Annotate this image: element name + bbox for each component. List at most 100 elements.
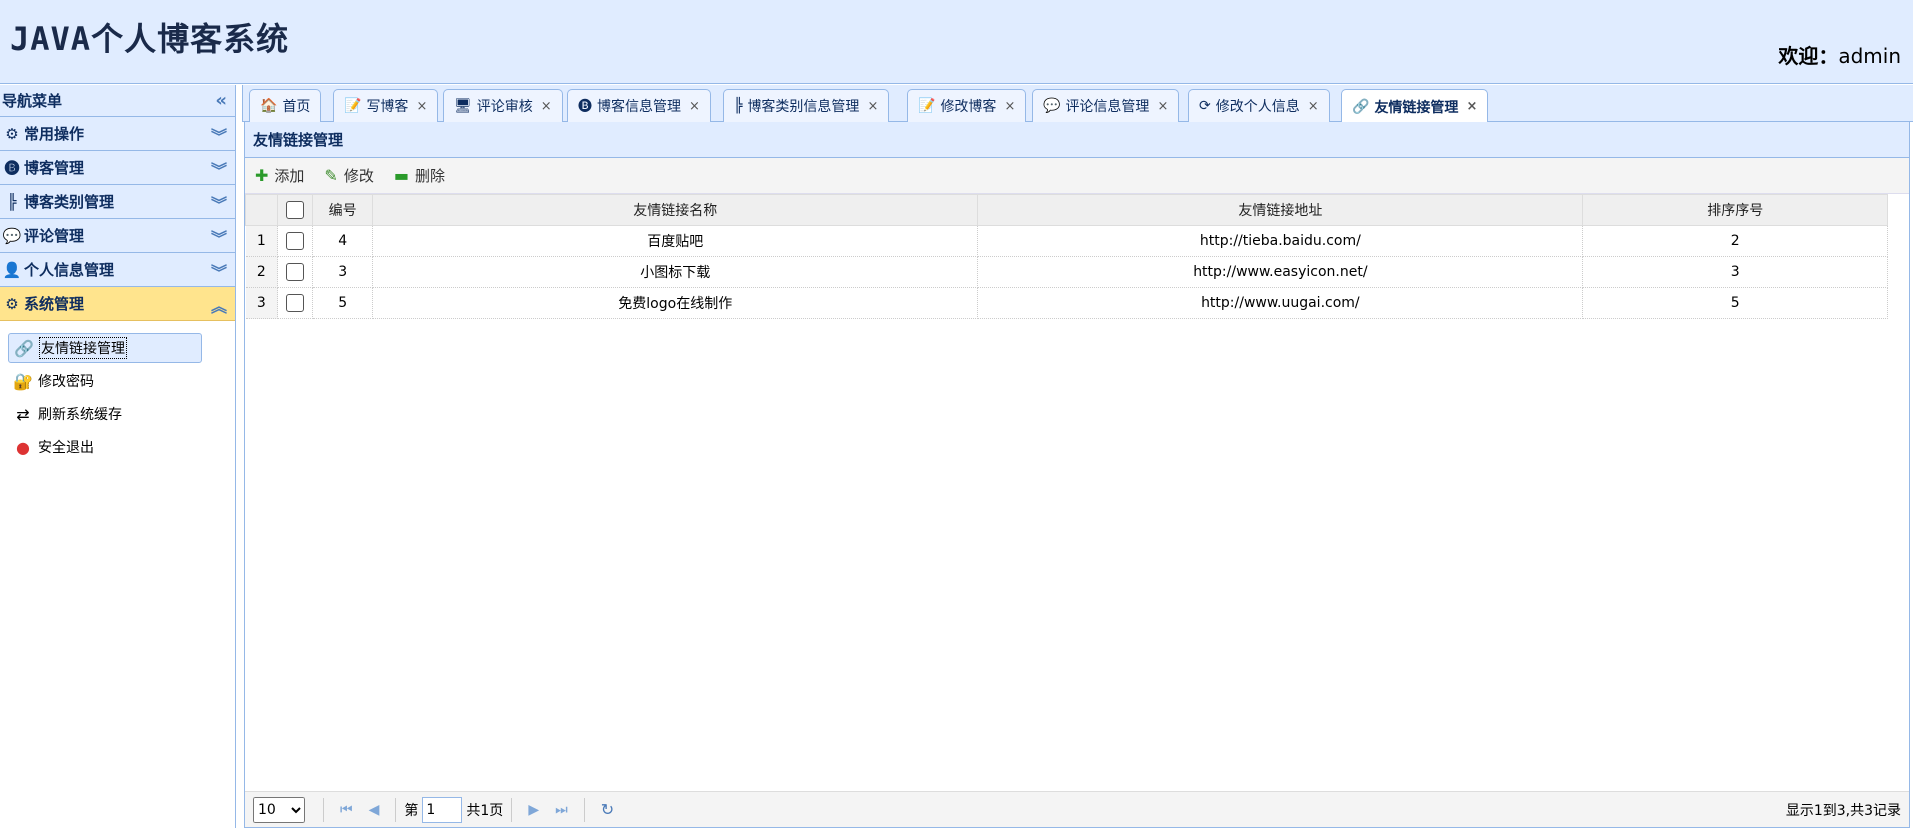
friend-links-table: 编号 友情链接名称 友情链接地址 排序序号 1 4 百度贴吧 http://ti… xyxy=(244,194,1888,319)
username: admin xyxy=(1838,44,1901,68)
section-label: 评论管理 xyxy=(24,227,85,245)
menu-item-label: 修改密码 xyxy=(38,374,94,390)
user-icon: 👤 xyxy=(2,260,22,279)
first-page-icon[interactable]: ⏮ xyxy=(340,802,353,818)
chevron-down-icon[interactable]: ︾ xyxy=(211,191,227,215)
row-checkbox[interactable] xyxy=(286,232,305,250)
gear-icon: ⚙ xyxy=(5,124,19,143)
table-row[interactable]: 2 3 小图标下载 http://www.easyicon.net/ 3 xyxy=(245,256,1888,288)
add-label: 添加 xyxy=(274,167,305,185)
tab-label: 评论信息管理 xyxy=(1065,99,1150,115)
tab-bar: 🏠 首页 📝 写博客 × 🖥 评论审核 × 🅑 博客信息管理 × ╠ 博客类别信… xyxy=(242,85,1913,123)
divider xyxy=(395,797,397,822)
close-icon[interactable]: × xyxy=(541,99,552,114)
edit-icon: 📝 xyxy=(344,98,362,114)
page-label: 第 xyxy=(404,802,419,819)
close-icon[interactable]: × xyxy=(689,99,700,114)
blog-icon: 🅑 xyxy=(4,159,20,177)
tab-edit-blog[interactable]: 📝 修改博客 × xyxy=(907,89,1027,122)
section-blog-type[interactable]: ╠ 博客类别管理 ︾ xyxy=(0,185,235,219)
column-header-id[interactable]: 编号 xyxy=(312,194,374,226)
tab-home[interactable]: 🏠 首页 xyxy=(249,89,322,122)
row-checkbox[interactable] xyxy=(286,294,305,312)
row-checkbox[interactable] xyxy=(286,263,305,281)
menu-item-friend-links[interactable]: 🔗 友情链接管理 xyxy=(8,333,202,363)
chevron-down-icon[interactable]: ︾ xyxy=(211,259,227,283)
tab-write-blog[interactable]: 📝 写博客 × xyxy=(333,89,439,122)
chevron-up-icon[interactable]: ︽ xyxy=(211,293,227,317)
tab-comment-info[interactable]: 💬 评论信息管理 × xyxy=(1032,89,1180,122)
menu-item-label: 安全退出 xyxy=(38,440,94,456)
blog-icon: 🅑 xyxy=(578,99,592,115)
prev-page-icon[interactable]: ◀ xyxy=(369,802,380,818)
tab-label: 友情链接管理 xyxy=(1374,99,1459,116)
cell-name: 免费logo在线制作 xyxy=(372,287,979,319)
page-number-input[interactable] xyxy=(422,796,463,823)
section-comment[interactable]: 💬 评论管理 ︾ xyxy=(0,219,235,253)
menu-item-logout[interactable]: ● 安全退出 xyxy=(8,432,202,462)
section-profile[interactable]: 👤 个人信息管理 ︾ xyxy=(0,253,235,287)
close-icon[interactable]: × xyxy=(1308,99,1319,114)
system-icon: ⚙ xyxy=(5,294,19,313)
section-blog[interactable]: 🅑 博客管理 ︾ xyxy=(0,151,235,185)
close-icon[interactable]: × xyxy=(1004,99,1015,114)
cell-id: 5 xyxy=(312,287,374,319)
last-page-icon[interactable]: ⏭ xyxy=(555,802,568,818)
welcome-label: 欢迎： xyxy=(1778,44,1839,68)
delete-label: 删除 xyxy=(414,167,445,185)
total-pages-label: 共1页 xyxy=(466,802,504,819)
delete-button[interactable]: ▬ 删除 xyxy=(394,165,445,186)
divider xyxy=(323,797,324,822)
table-row[interactable]: 1 4 百度贴吧 http://tieba.baidu.com/ 2 xyxy=(245,225,1888,257)
select-all-checkbox[interactable] xyxy=(286,201,305,219)
tab-label: 写博客 xyxy=(366,99,409,115)
row-checkbox-cell xyxy=(277,287,314,319)
section-common[interactable]: ⚙ 常用操作 ︾ xyxy=(0,117,235,151)
page-size-select[interactable]: 10 xyxy=(253,796,305,823)
collapse-sidebar-icon[interactable]: « xyxy=(215,90,227,111)
menu-item-label: 友情链接管理 xyxy=(39,337,127,359)
cell-name: 小图标下载 xyxy=(372,256,979,288)
exit-icon: ● xyxy=(16,437,30,457)
close-icon[interactable]: × xyxy=(1157,99,1168,114)
tab-edit-profile[interactable]: ⟳ 修改个人信息 × xyxy=(1188,89,1330,122)
cell-url: http://tieba.baidu.com/ xyxy=(977,225,1584,257)
chevron-down-icon[interactable]: ︾ xyxy=(211,123,227,147)
tab-label: 博客类别信息管理 xyxy=(747,99,860,115)
tab-blog-type-info[interactable]: ╠ 博客类别信息管理 × xyxy=(723,89,890,122)
close-icon[interactable]: × xyxy=(416,99,427,114)
close-icon[interactable]: × xyxy=(867,99,878,114)
chevron-down-icon[interactable]: ︾ xyxy=(211,157,227,181)
section-label: 博客类别管理 xyxy=(24,193,115,211)
add-button[interactable]: ✚ 添加 xyxy=(255,165,304,186)
sidebar-title: 导航菜单 « xyxy=(0,85,235,117)
tab-friend-links[interactable]: 🔗 友情链接管理 × xyxy=(1341,89,1489,123)
next-page-icon[interactable]: ▶ xyxy=(528,802,539,818)
comment-icon: 💬 xyxy=(2,226,22,245)
section-label: 常用操作 xyxy=(24,125,85,143)
edit-button[interactable]: ✎ 修改 xyxy=(324,165,373,186)
column-header-order[interactable]: 排序序号 xyxy=(1582,194,1888,226)
column-header-name[interactable]: 友情链接名称 xyxy=(372,194,979,226)
row-number: 1 xyxy=(245,225,279,257)
section-label: 个人信息管理 xyxy=(24,261,115,279)
pagination-bar: 10 ⏮ ◀ 第 共1页 ▶ ⏭ ↻ 显示1到3,共3记录 xyxy=(245,791,1909,827)
row-number-header xyxy=(244,194,279,226)
chevron-down-icon[interactable]: ︾ xyxy=(211,225,227,249)
tab-comment-review[interactable]: 🖥 评论审核 × xyxy=(443,89,563,122)
row-number: 2 xyxy=(245,256,279,288)
column-header-url[interactable]: 友情链接地址 xyxy=(977,194,1584,226)
table-row[interactable]: 3 5 免费logo在线制作 http://www.uugai.com/ 5 xyxy=(245,287,1888,319)
row-checkbox-cell xyxy=(277,225,314,257)
tab-blog-info[interactable]: 🅑 博客信息管理 × xyxy=(567,89,711,122)
welcome-text: 欢迎：admin xyxy=(1778,40,1901,69)
refresh-icon[interactable]: ↻ xyxy=(601,800,614,819)
close-icon[interactable]: × xyxy=(1466,99,1477,114)
menu-item-change-password[interactable]: 🔐 修改密码 xyxy=(8,366,202,396)
remove-icon: ▬ xyxy=(393,166,409,185)
tab-label: 修改博客 xyxy=(940,99,997,115)
menu-item-refresh-cache[interactable]: ⇄ 刷新系统缓存 xyxy=(8,399,202,429)
tree-icon: ╠ xyxy=(7,192,17,211)
section-system[interactable]: ⚙ 系统管理 ︽ xyxy=(0,287,235,321)
menu-item-label: 刷新系统缓存 xyxy=(38,407,122,423)
